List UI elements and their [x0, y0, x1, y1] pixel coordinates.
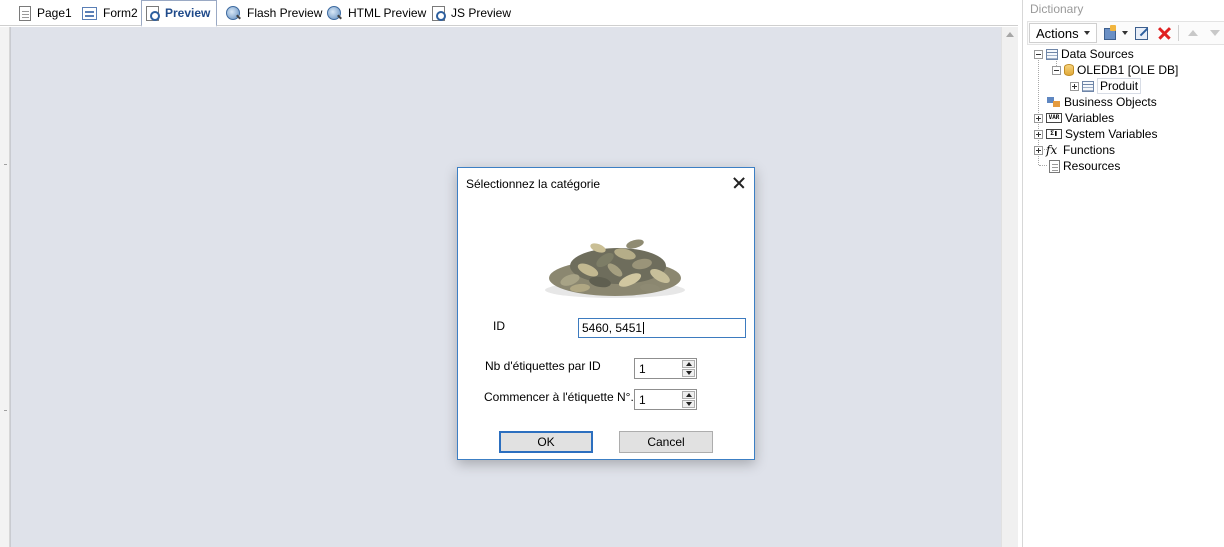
labels-per-id-label: Nb d'étiquettes par ID [485, 359, 601, 373]
database-icon [1064, 64, 1074, 76]
text-caret [643, 322, 645, 334]
tab-label: Page1 [37, 6, 72, 20]
expand-icon[interactable] [1034, 113, 1043, 123]
dialog-title: Sélectionnez la catégorie [466, 177, 601, 191]
scroll-up-icon[interactable] [1006, 32, 1014, 37]
dictionary-panel: Dictionary Actions Data Sources OLEDB1 [… [1022, 0, 1224, 547]
tree-item-label: System Variables [1065, 127, 1158, 141]
chevron-down-icon[interactable] [1121, 31, 1128, 35]
category-dialog: Sélectionnez la catégorie ID 5460, 5451 … [457, 167, 755, 460]
id-label: ID [493, 319, 505, 333]
tab-html-preview[interactable]: HTML Preview [323, 1, 432, 25]
tree-item-functions[interactable]: fx Functions [1034, 142, 1115, 158]
tree-item-oledb1[interactable]: OLEDB1 [OLE DB] [1052, 62, 1178, 78]
business-objects-icon [1047, 95, 1061, 109]
resources-icon [1049, 159, 1060, 173]
id-input-value: 5460, 5451 [582, 321, 643, 335]
tree-item-label: Business Objects [1064, 95, 1157, 109]
tree-item-label: Data Sources [1061, 47, 1134, 61]
tree-item-label: OLEDB1 [OLE DB] [1077, 63, 1179, 77]
delete-icon[interactable] [1156, 25, 1172, 41]
pumpkin-seeds-image [545, 239, 685, 298]
preview-icon [146, 5, 160, 21]
expand-icon[interactable] [1034, 129, 1043, 139]
left-ruler [0, 27, 10, 547]
ruler-tick [4, 164, 7, 165]
stepper-up-icon[interactable] [682, 360, 695, 368]
collapse-icon[interactable] [1052, 65, 1061, 75]
tree-item-label: Produit [1097, 78, 1142, 94]
js-preview-icon [432, 5, 446, 21]
move-down-icon[interactable] [1207, 25, 1223, 41]
expand-icon[interactable] [1034, 145, 1043, 155]
tree-item-produit[interactable]: Produit [1070, 78, 1142, 94]
expand-icon[interactable] [1070, 81, 1079, 91]
new-item-icon[interactable] [1103, 25, 1119, 41]
functions-icon: fx [1046, 143, 1058, 157]
html-preview-icon [327, 5, 342, 21]
tree-item-data-sources[interactable]: Data Sources [1034, 46, 1134, 62]
page-icon [19, 5, 31, 21]
tab-preview[interactable]: Preview [141, 0, 218, 27]
tab-form2[interactable]: Form2 [78, 1, 144, 25]
stepper-up-icon[interactable] [682, 391, 695, 399]
tree-item-resources[interactable]: Resources [1049, 158, 1120, 174]
actions-label: Actions [1036, 25, 1079, 41]
tab-label: Preview [165, 6, 211, 20]
cancel-button[interactable]: Cancel [619, 431, 713, 453]
data-sources-icon [1046, 48, 1058, 60]
document-tab-bar: Page1 Form2 Preview Flash Preview HTML P… [0, 0, 1018, 27]
start-label-label: Commencer à l'étiquette N°... [484, 390, 641, 404]
tree-item-label: Resources [1063, 159, 1121, 173]
tab-label: Form2 [103, 6, 138, 20]
ruler-tick [4, 410, 7, 411]
flash-preview-icon [226, 5, 241, 21]
tab-label: JS Preview [451, 6, 512, 20]
tree-item-label: Functions [1063, 143, 1116, 157]
tree-item-system-variables[interactable]: Σ❚ System Variables [1034, 126, 1157, 142]
tab-js-preview[interactable]: JS Preview [428, 1, 517, 25]
system-variables-icon: Σ❚ [1046, 129, 1062, 139]
tree-item-label: Variables [1065, 111, 1115, 125]
table-icon [1082, 80, 1094, 92]
labels-per-id-stepper[interactable]: 1 [634, 358, 697, 379]
tab-label: Flash Preview [247, 6, 323, 20]
actions-dropdown[interactable]: Actions [1029, 23, 1097, 43]
form-icon [82, 6, 97, 20]
stepper-down-icon[interactable] [682, 369, 695, 377]
dictionary-header: Dictionary [1030, 2, 1084, 16]
close-icon[interactable] [730, 174, 748, 192]
tree-line [1039, 165, 1047, 166]
labels-per-id-value: 1 [639, 362, 646, 376]
variables-icon: VAR [1046, 113, 1062, 123]
ok-button[interactable]: OK [499, 431, 593, 453]
tree-item-variables[interactable]: VAR Variables [1034, 110, 1114, 126]
id-input[interactable]: 5460, 5451 [578, 318, 746, 338]
toolbar-separator [1177, 25, 1179, 41]
tab-flash-preview[interactable]: Flash Preview [222, 1, 328, 25]
start-label-stepper[interactable]: 1 [634, 389, 697, 410]
start-label-value: 1 [639, 393, 646, 407]
collapse-icon[interactable] [1034, 49, 1043, 59]
tree-item-business-objects[interactable]: Business Objects [1047, 94, 1157, 110]
dictionary-toolbar: Actions [1027, 21, 1224, 45]
tab-label: HTML Preview [348, 6, 427, 20]
stepper-down-icon[interactable] [682, 400, 695, 408]
move-up-icon[interactable] [1185, 25, 1201, 41]
vertical-scrollbar[interactable] [1001, 27, 1018, 547]
edit-icon[interactable] [1134, 25, 1150, 41]
tab-page1[interactable]: Page1 [12, 1, 78, 25]
chevron-down-icon [1083, 31, 1090, 35]
